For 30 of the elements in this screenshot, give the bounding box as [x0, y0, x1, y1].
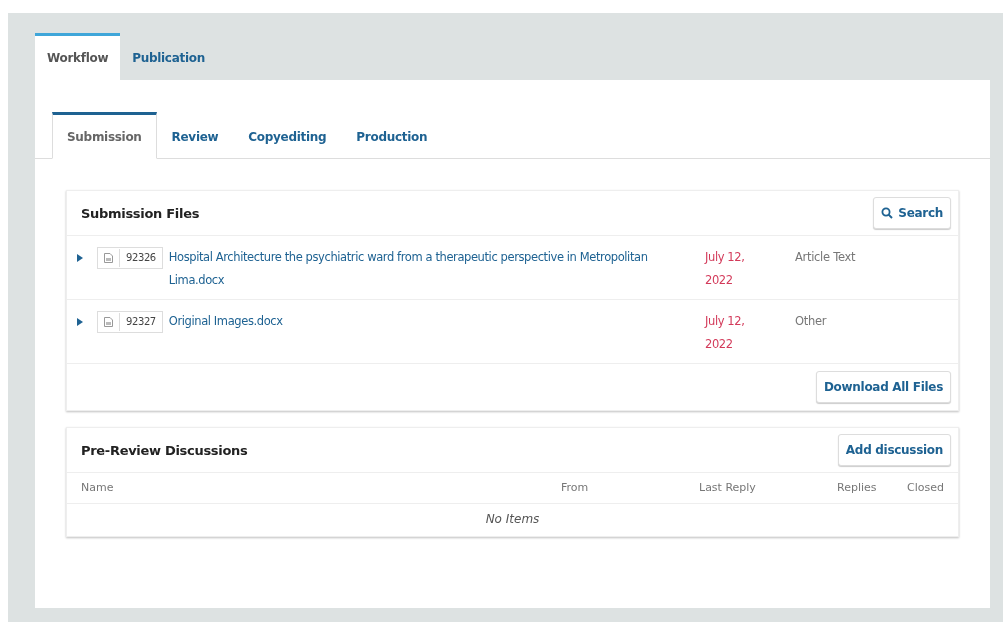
column-header: Replies — [837, 481, 877, 494]
tab[interactable]: Copyediting — [233, 112, 342, 159]
tab[interactable]: Submission — [52, 112, 157, 159]
column-header: Name — [81, 481, 114, 494]
download-all-button[interactable]: Download All Files — [815, 371, 951, 403]
file-id-badge: 92326 — [97, 247, 163, 269]
file-date: July 12, 2022 — [705, 313, 746, 353]
file-type: Other — [795, 313, 827, 330]
column-header: From — [561, 481, 589, 494]
search-button[interactable]: Search — [873, 197, 951, 229]
column-header: Last Reply — [699, 481, 756, 494]
file-link[interactable]: Original Images.docx — [168, 310, 283, 333]
file-date: July 12, 2022 — [705, 249, 746, 289]
tab[interactable]: Review — [156, 112, 234, 159]
add-discussion-button[interactable]: Add discussion — [837, 434, 951, 466]
expand-icon[interactable] — [77, 254, 83, 262]
tab[interactable]: Publication — [120, 33, 217, 80]
empty-message: No Items — [485, 512, 540, 526]
file-link[interactable]: Hospital Architecture the psychiatric ward from a therapeutic perspective in Metropolitan Lima.docx — [168, 246, 687, 292]
expand-icon[interactable] — [77, 318, 83, 326]
file-type: Article Text — [795, 249, 856, 266]
panel-title: Submission Files — [81, 205, 200, 221]
column-header: Closed — [907, 481, 944, 494]
file-id-badge: 92327 — [97, 311, 163, 333]
file-icon — [104, 317, 113, 327]
search-icon — [881, 207, 894, 219]
tab[interactable]: Production — [341, 112, 443, 159]
tab[interactable]: Workflow — [35, 33, 121, 80]
panel-title: Pre-Review Discussions — [81, 442, 248, 458]
file-icon — [104, 253, 113, 263]
